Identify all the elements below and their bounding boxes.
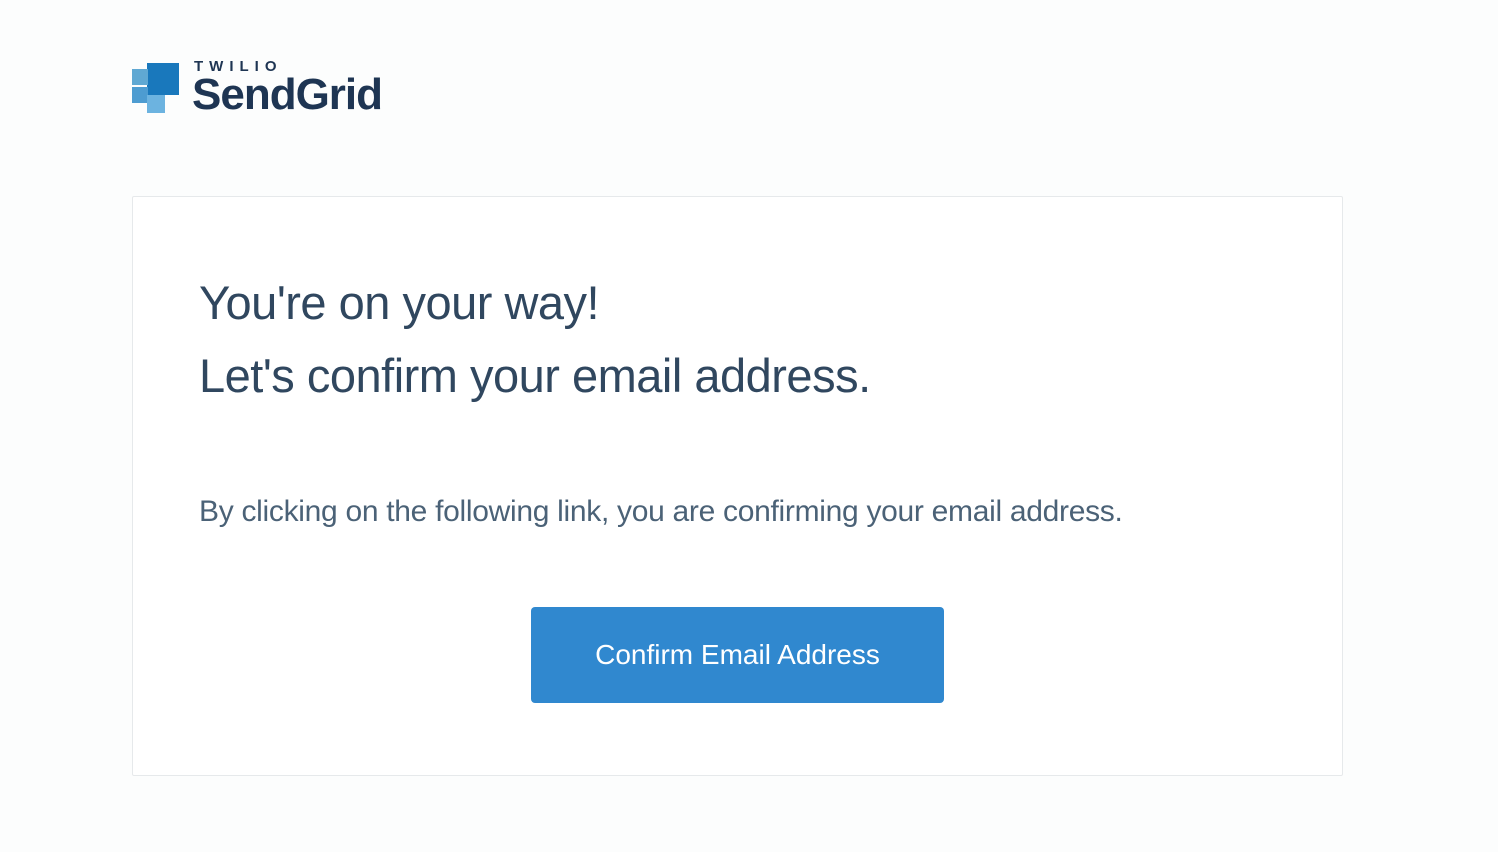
heading-line-1: You're on your way! [199,275,1276,330]
sendgrid-mark-icon [132,63,182,113]
heading-line-2: Let's confirm your email address. [199,348,1276,403]
brand-logo-text: TWILIO SendGrid [192,58,382,117]
instruction-text: By clicking on the following link, you a… [199,495,1276,529]
brand-logo: TWILIO SendGrid [132,58,382,117]
logo-brand: SendGrid [192,73,382,117]
confirmation-card: You're on your way! Let's confirm your e… [132,196,1343,776]
cta-wrapper: Confirm Email Address [199,607,1276,703]
confirm-email-button[interactable]: Confirm Email Address [531,607,944,703]
